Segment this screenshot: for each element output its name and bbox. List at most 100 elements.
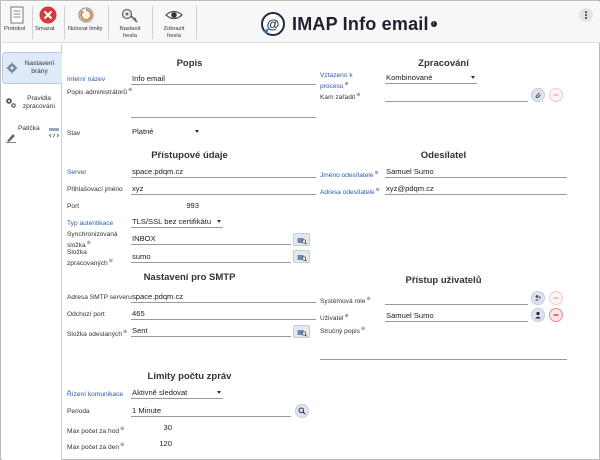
adresa-smtp-field[interactable]: space.pdqm.cz <box>131 291 316 303</box>
rizeni-komunikace-label: Řízení komunikace <box>67 391 124 398</box>
remove-icon <box>553 94 559 96</box>
remove-user-button[interactable] <box>549 308 563 322</box>
toolbar-separator <box>152 6 153 39</box>
sidebar-item-label: Patička <box>18 125 40 132</box>
nulovat-label: Nulovat limity <box>68 26 103 32</box>
max-za-den-field[interactable]: 120 <box>131 438 176 450</box>
jmeno-odesilatele-field[interactable]: Samuel Sumo <box>385 166 567 178</box>
perioda-label: Perioda <box>67 408 90 415</box>
sidebar-item-paticka[interactable]: Patička <box>2 122 62 154</box>
rizeni-komunikace-value: Aktivně sledovat <box>132 388 188 397</box>
delete-icon <box>39 6 57 24</box>
browse-sent-folder-button[interactable] <box>293 325 310 338</box>
stav-select[interactable]: Platné <box>131 126 201 138</box>
sidebar-item-pravidla-zpracovani[interactable]: Pravidla zpracování <box>2 88 62 120</box>
browse-sync-folder-button[interactable] <box>293 233 310 246</box>
section-title-odesilatel: Odesílatel <box>420 150 467 161</box>
sidebar: Nastavení brány Pravidla zpracování Pati… <box>2 44 62 460</box>
page-title-text: IMAP Info email <box>292 13 429 34</box>
nulovat-limity-button[interactable]: Nulovat limity <box>68 5 104 41</box>
stav-label: Stav <box>67 130 81 137</box>
document-icon <box>10 6 24 24</box>
info-badge[interactable]: i <box>430 21 437 27</box>
slozka-odeslanych-field[interactable]: Sent <box>131 325 291 337</box>
remove-role-button[interactable] <box>549 291 563 305</box>
jmeno-odesilatele-label: Jméno odesílatele⊕ <box>320 170 379 180</box>
zobrazit-hesla-button[interactable]: Zobrazit hesla <box>156 5 192 41</box>
add-role-button[interactable] <box>531 291 545 305</box>
toolbar: Protokol Smazat Nulovat limity Nastavit … <box>2 2 600 43</box>
kam-zaradit-field[interactable] <box>385 90 528 102</box>
browse-processed-folder-button[interactable] <box>293 250 310 263</box>
port-label: Port <box>67 203 80 210</box>
systemova-role-field[interactable] <box>385 293 528 305</box>
nastavit-hesla-label: Nastavit hesla <box>119 26 141 39</box>
menu-icon[interactable] <box>579 8 593 22</box>
toolbar-separator <box>108 6 109 39</box>
odchozi-port-field[interactable]: 465 <box>131 308 316 320</box>
chevron-down-icon <box>195 130 199 133</box>
server-label: Server <box>67 169 87 176</box>
slozka-zpracovanych-field[interactable]: sumo <box>131 251 291 263</box>
select-user-button[interactable] <box>531 308 545 322</box>
nastavit-hesla-button[interactable]: Nastavit hesla <box>112 5 148 41</box>
window-frame: Protokol Smazat Nulovat limity Nastavit … <box>0 0 600 460</box>
interni-nazev-label: Interní název <box>67 76 106 83</box>
kam-zaradit-label: Kam zařadit⊕ <box>320 92 361 102</box>
sidebar-item-label: Nastavení brány <box>24 60 55 75</box>
sidebar-item-nastaveni-brany[interactable]: Nastavení brány <box>2 52 62 84</box>
attach-button[interactable] <box>531 88 545 102</box>
zobrazit-hesla-label: Zobrazit hesla <box>163 26 185 39</box>
section-title-smtp: Nastavení pro SMTP <box>143 272 236 283</box>
rules-icon <box>6 98 16 108</box>
chevron-down-icon <box>217 391 221 394</box>
systemova-role-label: Systémová role⊕ <box>320 296 371 306</box>
code-icon <box>48 128 60 138</box>
remove-kam-zaradit-button[interactable] <box>549 88 563 102</box>
main-content: Popis Interní název Info email Popis adm… <box>63 44 600 460</box>
remove-icon <box>553 297 559 299</box>
page-title: @ IMAP Info email i <box>260 10 437 38</box>
prihlasovaci-jmeno-field[interactable]: xyz <box>131 183 316 195</box>
popis-admin-textarea[interactable] <box>131 86 316 118</box>
role-icon <box>535 295 541 301</box>
perioda-search-button[interactable] <box>295 404 309 418</box>
prihlasovaci-jmeno-label: Přihlašovací jméno <box>67 186 123 193</box>
slozka-odeslanych-label: Složka odeslaných⊕ <box>67 329 128 339</box>
max-za-hod-field[interactable]: 30 <box>131 422 176 434</box>
vztazeno-label: Vztazeno k procesu⊕ <box>320 72 353 91</box>
odchozi-port-label: Odchozí port <box>67 311 105 318</box>
uzivatel-field[interactable]: Samuel Sumo <box>385 310 528 322</box>
popis-admin-label: Popis administrátorů⊕ <box>67 87 133 97</box>
max-za-den-label: Max počet za den⊕ <box>67 442 125 452</box>
chevron-down-icon <box>471 76 475 79</box>
protokol-label: Protokol <box>4 26 26 32</box>
synchronizovana-slozka-field[interactable]: INBOX <box>131 233 291 245</box>
perioda-field[interactable]: 1 Minute <box>131 405 291 417</box>
rizeni-komunikace-select[interactable]: Aktivně sledovat <box>131 387 223 399</box>
server-field[interactable]: space.pdqm.cz <box>131 166 316 178</box>
typ-autentikace-label: Typ autentikace <box>67 220 114 227</box>
folder-search-icon <box>297 237 307 244</box>
interni-nazev-field[interactable]: Info email <box>131 73 316 85</box>
slozka-zpracovanych-label: Složka zpracovaných⊕ <box>67 249 113 268</box>
adresa-odesilatele-field[interactable]: xyz@pdqm.cz <box>385 183 567 195</box>
smazat-button[interactable]: Smazat <box>35 5 61 41</box>
strucny-popis-textarea[interactable] <box>320 334 567 360</box>
protokol-button[interactable]: Protokol <box>4 5 30 41</box>
synchronizovana-slozka-label: Synchronizovaná složka⊕ <box>67 231 118 250</box>
section-title-zpracovani: Zpracování <box>418 58 469 69</box>
section-title-popis: Popis <box>176 58 203 69</box>
chevron-down-icon <box>217 220 221 223</box>
port-field[interactable]: 993 <box>131 200 203 212</box>
search-icon <box>298 407 306 415</box>
reset-icon <box>78 7 94 23</box>
user-icon <box>535 311 541 319</box>
logo-icon: @ <box>261 12 285 36</box>
adresa-smtp-label: Adresa SMTP serveru <box>67 294 132 301</box>
vztazeno-select[interactable]: Kombinované <box>385 72 477 84</box>
toolbar-separator <box>64 6 65 39</box>
typ-autentikace-select[interactable]: TLS/SSL bez certifikátu <box>131 216 223 228</box>
key-icon <box>121 8 138 23</box>
eye-icon <box>165 10 183 20</box>
